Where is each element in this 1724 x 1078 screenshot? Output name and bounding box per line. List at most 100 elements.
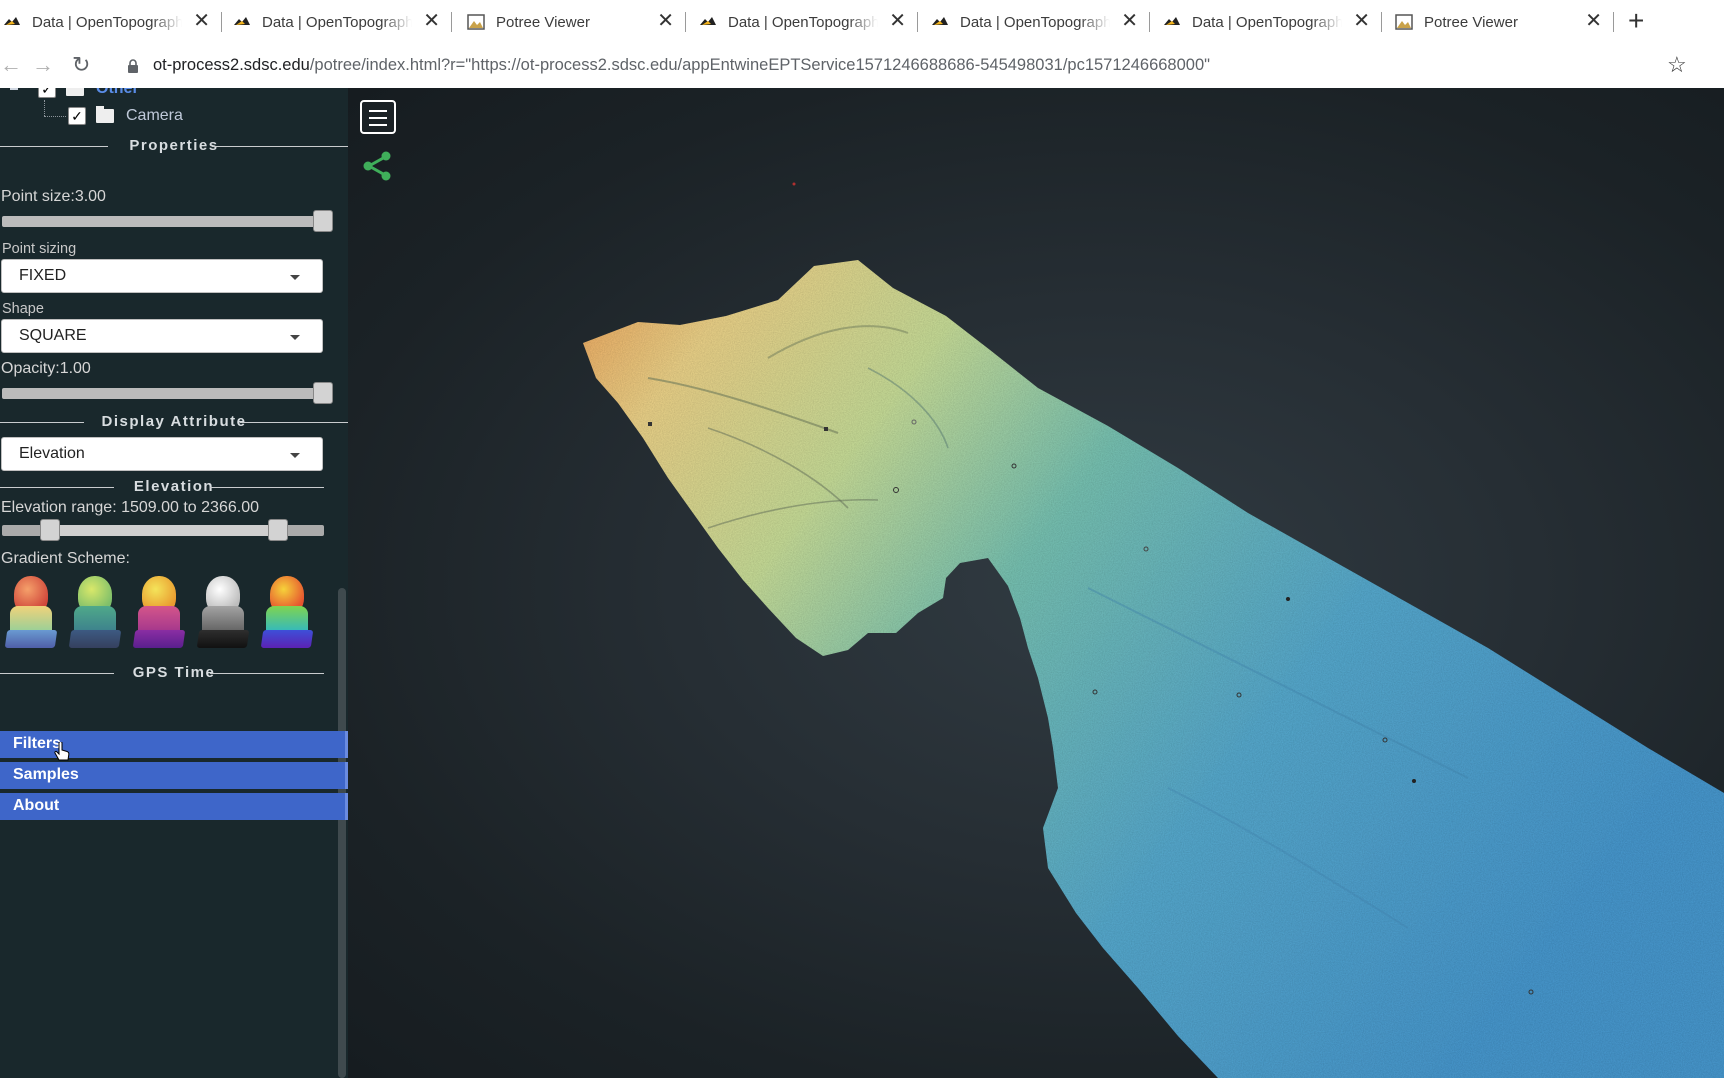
- slider-handle[interactable]: [313, 382, 333, 404]
- browser-tab-strip: Data | OpenTopography ✕ Data | OpenTopog…: [0, 0, 1724, 45]
- gradient-plasma-icon[interactable]: [132, 576, 186, 650]
- sidebar-menu-toggle-icon[interactable]: [360, 100, 396, 134]
- tab-title: Data | OpenTopography: [1192, 13, 1342, 31]
- accordion-about[interactable]: About: [0, 793, 348, 820]
- divider: [0, 487, 114, 488]
- tree-checkbox[interactable]: ✓: [68, 107, 86, 125]
- lock-icon[interactable]: [127, 59, 139, 79]
- divider: [240, 422, 348, 423]
- shape-label: Shape: [2, 301, 44, 317]
- display-attribute-select[interactable]: Elevation: [1, 437, 323, 471]
- accordion-label: About: [13, 797, 60, 814]
- tab-title: Data | OpenTopography: [262, 13, 412, 31]
- section-title: Elevation: [133, 478, 215, 495]
- close-tab-icon[interactable]: ✕: [657, 11, 674, 31]
- section-header-gps-time: GPS Time: [0, 664, 348, 681]
- hand-pointer-cursor-icon: [54, 741, 70, 767]
- accordion-label: Samples: [13, 766, 79, 783]
- dropdown-caret-icon: [290, 453, 300, 458]
- new-tab-button[interactable]: +: [1628, 6, 1644, 36]
- tree-checkbox[interactable]: ✓: [38, 88, 56, 98]
- select-value: SQUARE: [19, 327, 87, 344]
- point-size-slider[interactable]: [2, 210, 333, 232]
- divider: [0, 146, 108, 147]
- divider: [0, 422, 84, 423]
- tree-item-other[interactable]: ✓ Other: [10, 88, 139, 98]
- potree-favicon-icon: [1394, 12, 1414, 32]
- select-value: Elevation: [19, 445, 85, 462]
- accordion-samples[interactable]: Samples: [0, 762, 348, 789]
- tree-collapse-icon[interactable]: [10, 88, 18, 90]
- section-header-display-attribute: Display Attribute: [0, 413, 348, 430]
- point-size-label: Point size:3.00: [1, 188, 106, 205]
- gradient-spectral-icon[interactable]: [4, 576, 58, 650]
- elevation-range-label: Elevation range: 1509.00 to 2366.00: [1, 499, 259, 516]
- gradient-grayscale-icon[interactable]: [196, 576, 250, 650]
- opentopography-favicon-icon: [232, 12, 252, 32]
- opentopography-favicon-icon: [1162, 12, 1182, 32]
- close-tab-icon[interactable]: ✕: [1585, 11, 1602, 31]
- section-title: GPS Time: [132, 664, 216, 681]
- reload-icon[interactable]: ↻: [72, 54, 90, 76]
- share-icon[interactable]: [361, 150, 393, 187]
- point-sizing-label: Point sizing: [2, 241, 77, 257]
- opacity-slider[interactable]: [2, 382, 333, 404]
- select-value: FIXED: [19, 267, 67, 284]
- gradient-viridis-icon[interactable]: [68, 576, 122, 650]
- browser-tab[interactable]: Data | OpenTopography ✕: [222, 0, 452, 44]
- potree-3d-viewer[interactable]: [348, 88, 1724, 1078]
- browser-tab[interactable]: Potree Viewer ✕: [456, 0, 686, 44]
- tree-label: Camera: [126, 107, 183, 124]
- divider: [0, 673, 114, 674]
- divider: [212, 146, 348, 147]
- sidebar-scrollbar[interactable]: [338, 588, 346, 1078]
- close-tab-icon[interactable]: ✕: [193, 11, 210, 31]
- slider-range-fill: [49, 525, 279, 536]
- tree-item-camera[interactable]: ✓ Camera: [68, 106, 183, 125]
- section-title: Properties: [129, 137, 219, 154]
- point-cloud-terrain[interactable]: [348, 88, 1724, 1078]
- browser-tab[interactable]: Data | OpenTopography ✕: [1152, 0, 1382, 44]
- tab-title: Potree Viewer: [496, 13, 590, 31]
- tab-separator: [1613, 12, 1614, 32]
- browser-tab[interactable]: Data | OpenTopography ✕: [688, 0, 918, 44]
- section-title: Display Attribute: [101, 413, 247, 430]
- gradient-scheme-list: [4, 576, 314, 650]
- tab-title: Data | OpenTopography: [728, 13, 878, 31]
- opentopography-favicon-icon: [2, 12, 22, 32]
- shape-select[interactable]: SQUARE: [1, 319, 323, 353]
- tab-separator: [451, 12, 452, 32]
- folder-icon: [96, 106, 114, 123]
- close-tab-icon[interactable]: ✕: [1121, 11, 1138, 31]
- elevation-range-slider[interactable]: [2, 519, 324, 541]
- folder-icon: [66, 88, 84, 96]
- point-sizing-select[interactable]: FIXED: [1, 259, 323, 293]
- slider-handle-max[interactable]: [268, 519, 288, 541]
- tree-connector: [44, 116, 66, 118]
- close-tab-icon[interactable]: ✕: [1353, 11, 1370, 31]
- slider-handle-min[interactable]: [40, 519, 60, 541]
- dropdown-caret-icon: [290, 335, 300, 340]
- tab-separator: [685, 12, 686, 32]
- url-field[interactable]: ot-process2.sdsc.edu/potree/index.html?r…: [153, 56, 1210, 75]
- back-arrow-icon[interactable]: ←: [0, 54, 22, 76]
- tab-separator: [1381, 12, 1382, 32]
- potree-favicon-icon: [466, 12, 486, 32]
- gradient-rainbow-icon[interactable]: [260, 576, 314, 650]
- potree-sidebar: ✓ Other ✓ Camera Properties Point size:3…: [0, 88, 348, 1078]
- close-tab-icon[interactable]: ✕: [889, 11, 906, 31]
- browser-tab-active[interactable]: Potree Viewer ✕: [1384, 0, 1614, 44]
- tab-separator: [1149, 12, 1150, 32]
- bookmark-star-icon[interactable]: ☆: [1667, 52, 1687, 78]
- forward-arrow-icon[interactable]: →: [32, 54, 54, 76]
- url-path: /potree/index.html?r="https://ot-process…: [309, 56, 1210, 74]
- section-header-elevation: Elevation: [0, 478, 348, 495]
- tree-label: Other: [96, 88, 139, 97]
- accordion-filters[interactable]: Filters: [0, 731, 348, 758]
- tab-title: Data | OpenTopography: [960, 13, 1110, 31]
- tab-title: Data | OpenTopography: [32, 13, 182, 31]
- close-tab-icon[interactable]: ✕: [423, 11, 440, 31]
- browser-tab[interactable]: Data | OpenTopography ✕: [920, 0, 1150, 44]
- slider-handle[interactable]: [313, 210, 333, 232]
- browser-tab[interactable]: Data | OpenTopography ✕: [0, 0, 222, 44]
